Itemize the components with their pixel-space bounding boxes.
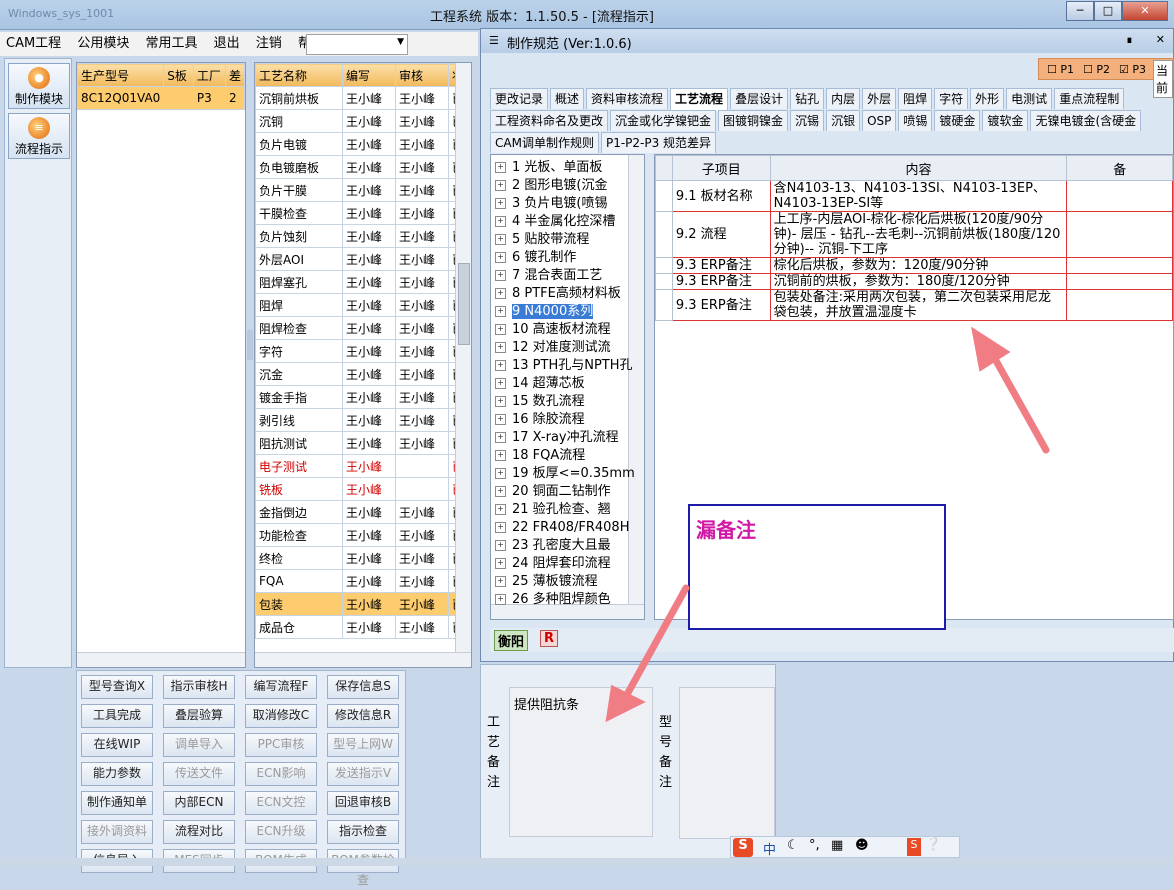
sogou-icon[interactable]: S <box>733 838 753 857</box>
user-icon[interactable]: ☻ <box>855 838 869 853</box>
annotation-arrows <box>605 326 1050 723</box>
moon-icon[interactable]: ☾ <box>787 838 799 853</box>
taskbar <box>0 858 1174 866</box>
sogou-small-icon[interactable]: S <box>907 838 921 856</box>
help-icon[interactable]: ❔ <box>925 837 941 852</box>
ime-lang[interactable]: 中 <box>763 839 776 858</box>
keyboard-icon[interactable]: ▦ <box>831 838 843 853</box>
arrowhead <box>605 684 646 723</box>
arrow-to-content <box>986 346 1050 454</box>
ime-toolbar: S 中 ☾ °, ▦ ☻ S ❔ <box>730 836 960 858</box>
punct-icon[interactable]: °, <box>809 838 820 853</box>
arrow-to-notes <box>620 584 690 704</box>
